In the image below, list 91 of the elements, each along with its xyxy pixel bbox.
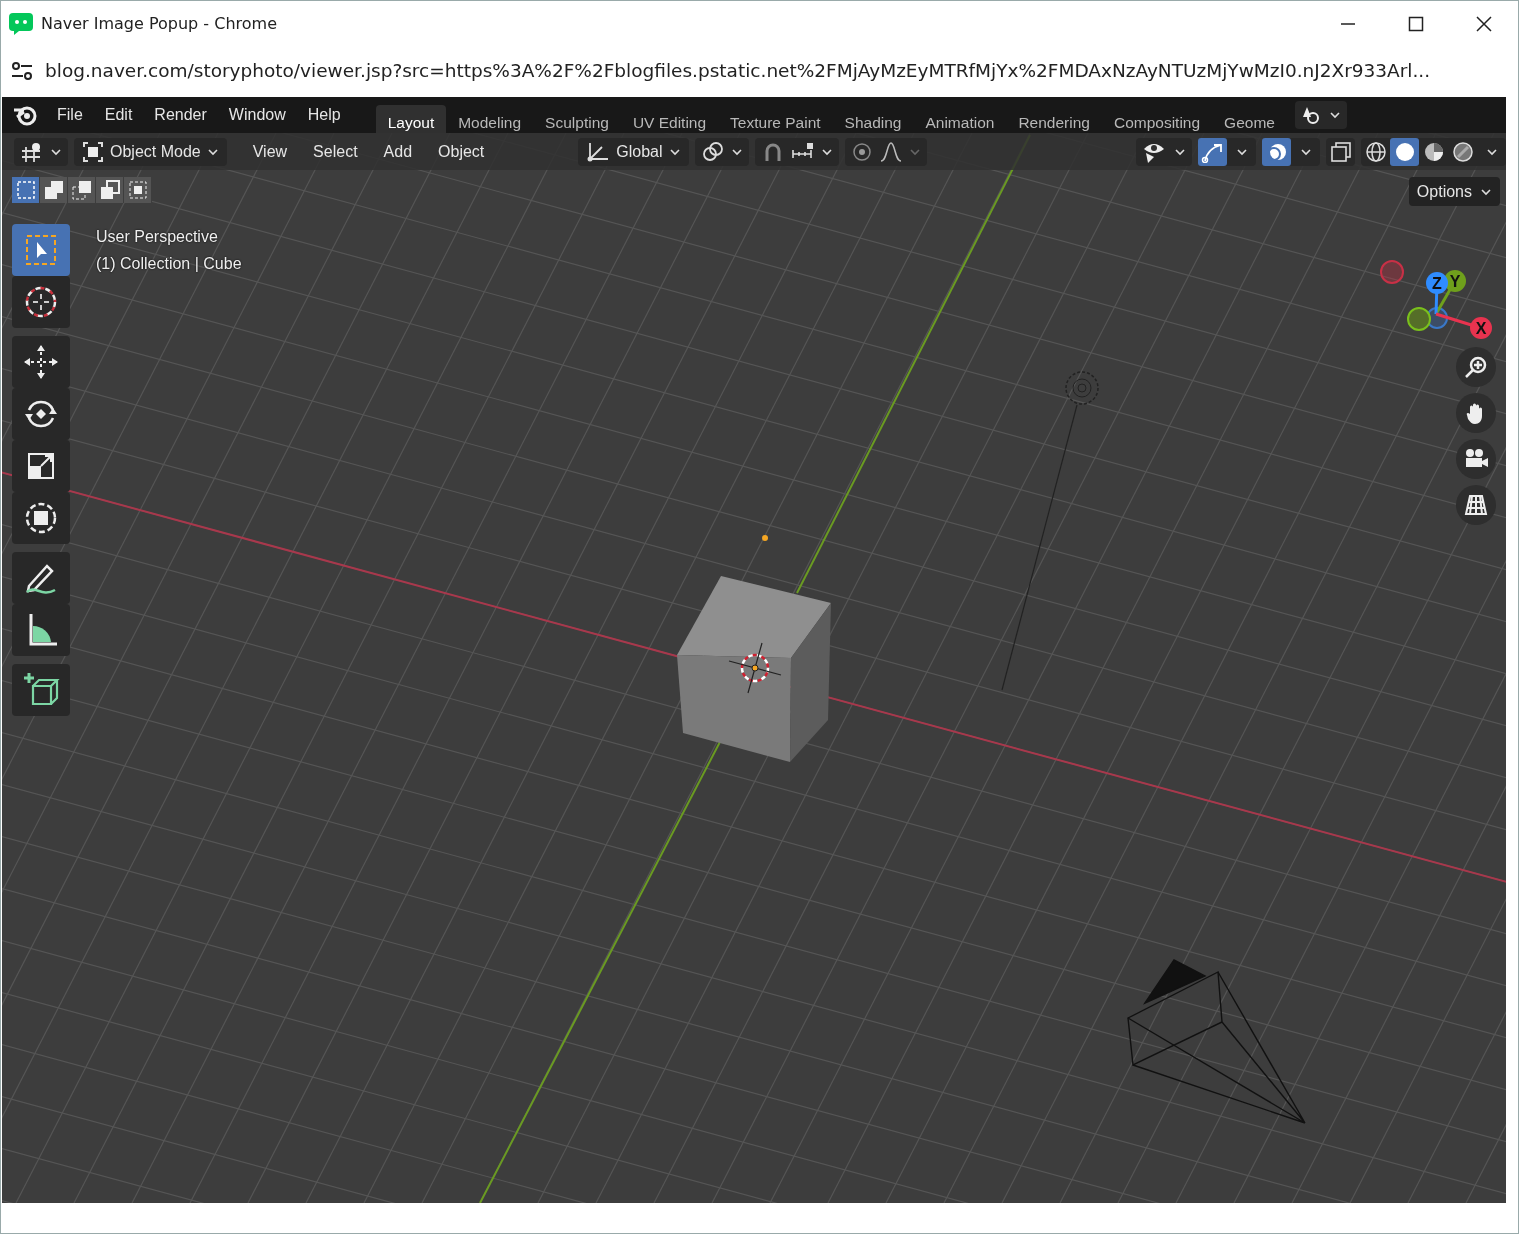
gizmo-toggle[interactable] [1198, 137, 1227, 166]
proportional-editing-icon [850, 140, 873, 163]
selection-squares-icon [42, 179, 65, 201]
minimize-icon [1340, 23, 1356, 25]
caret-icon [730, 146, 743, 157]
view-name: User Perspective [96, 227, 219, 247]
object-mode-icon [82, 140, 104, 163]
window-title: Naver Image Popup - Chrome [41, 13, 277, 35]
cursor-tool[interactable] [12, 276, 70, 328]
invert-select-mode-button[interactable] [96, 177, 124, 203]
header-menu-item[interactable]: Add [373, 139, 423, 164]
workspace-tab[interactable]: Compositing [1101, 105, 1213, 133]
address-url[interactable]: blog.naver.com/storyphoto/viewer.jsp?src=https%3A%2F%2Fblogfiles.pstatic.net%2FMjAyMzEyMTRfMjYx%2FMDAxNzAyNTUzMjYwMzI0.nJ2Xr933Arl... [45, 57, 1431, 85]
workspace-tab[interactable]: Rendering [1006, 105, 1102, 133]
origin-point [762, 535, 768, 541]
solid-shading-button[interactable] [1390, 137, 1419, 166]
header-menu-item[interactable]: Object [428, 139, 495, 164]
workspace-tab[interactable]: Modeling [446, 105, 534, 133]
caret-icon [1485, 146, 1498, 157]
orientation-dropdown[interactable]: Global [578, 137, 689, 166]
zoom-button[interactable] [1456, 347, 1496, 387]
workspace-tab[interactable]: Layout [375, 105, 447, 133]
overlay-toggle[interactable] [1262, 137, 1291, 166]
scene-selector[interactable] [1294, 101, 1347, 129]
move-tool[interactable] [12, 336, 70, 388]
caret-icon [1174, 146, 1186, 157]
selection-squares-icon [98, 179, 121, 201]
site-settings-icon[interactable] [11, 62, 33, 80]
select-tool[interactable] [12, 224, 70, 276]
caret-icon [50, 146, 62, 157]
xray-icon [1328, 140, 1353, 163]
collection-label: (1) Collection | Cube [96, 254, 242, 274]
pivot-dropdown[interactable] [694, 137, 749, 166]
zoom-icon [1464, 355, 1488, 379]
caret-icon [668, 146, 681, 157]
menu-item[interactable]: File [46, 103, 94, 127]
menu-item[interactable]: Edit [93, 103, 144, 127]
extend-select-mode-button[interactable] [40, 177, 68, 203]
axes-icon [586, 140, 611, 163]
transform-tool[interactable] [12, 492, 70, 544]
pivot-icon [700, 140, 725, 163]
selection-squares-icon [126, 179, 149, 201]
caret-icon [206, 146, 219, 157]
add-cube-tool[interactable] [12, 664, 70, 716]
falloff-curve-icon [878, 140, 903, 163]
workspace-tab[interactable]: Shading [832, 105, 914, 133]
annotate-tool[interactable] [12, 552, 70, 604]
maximize-icon [1408, 16, 1424, 32]
negative-axis-handle[interactable] [1407, 307, 1431, 331]
header-menu-item[interactable]: Select [303, 139, 368, 164]
intersect-select-mode-button[interactable] [124, 177, 152, 203]
workspace-tab[interactable]: Sculpting [533, 105, 621, 133]
axis-gizmo-handle[interactable]: X [1435, 312, 1492, 339]
workspace-tab[interactable]: UV Editing [620, 105, 719, 133]
blog-logo-icon [9, 13, 33, 35]
sphere-icon [1451, 140, 1474, 163]
sphere-icon [1393, 140, 1416, 163]
editor-type-dropdown[interactable] [14, 137, 68, 166]
projection-button[interactable] [1456, 485, 1496, 525]
close-icon [1476, 16, 1492, 32]
visibility-dropdown[interactable] [1136, 137, 1192, 166]
menu-item[interactable]: Window [217, 103, 297, 127]
menu-item[interactable]: Render [143, 103, 218, 127]
caret-icon [1328, 110, 1341, 120]
caret-icon [1235, 146, 1248, 157]
blender-logo-icon[interactable] [12, 104, 38, 126]
selection-squares-icon [70, 179, 93, 201]
workspace-tab[interactable]: Texture Paint [718, 105, 833, 133]
header-menu-item[interactable]: View [242, 139, 298, 164]
subtract-select-mode-button[interactable] [68, 177, 96, 203]
measure-tool[interactable] [12, 604, 70, 656]
proportional-editing-toggle[interactable] [844, 137, 927, 166]
3d-cursor-icon [728, 642, 782, 694]
pan-button[interactable] [1456, 393, 1496, 433]
caret-icon [820, 146, 833, 157]
workspace-tab[interactable]: Geome [1212, 105, 1287, 133]
camera-view-button[interactable] [1456, 439, 1496, 479]
caret-icon [1299, 146, 1312, 157]
grid-icon [1464, 494, 1488, 516]
menu-item[interactable]: Help [296, 103, 352, 127]
caret-icon [908, 146, 921, 157]
sphere-icon [1422, 140, 1445, 163]
caret-icon [1480, 186, 1492, 197]
negative-axis-handle[interactable] [1380, 260, 1404, 284]
workspace-tab[interactable]: Animation [913, 105, 1007, 133]
selection-squares-icon [14, 179, 37, 201]
snapping-toggle[interactable] [754, 137, 839, 166]
sphere-icon [1364, 140, 1387, 163]
new-select-mode-button[interactable] [12, 177, 40, 203]
options-dropdown[interactable]: Options [1408, 177, 1500, 206]
mode-dropdown[interactable]: Object Mode [74, 137, 227, 166]
